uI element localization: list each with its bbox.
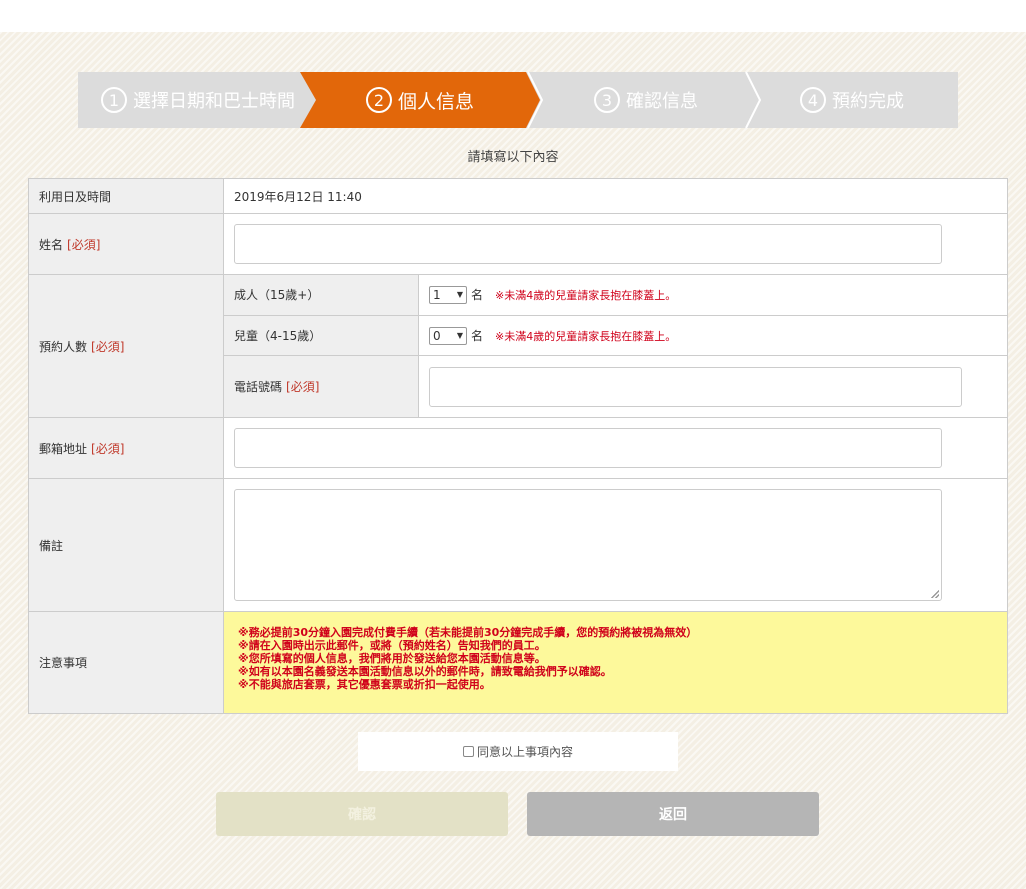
agree-box: 同意以上事項內容 (358, 732, 678, 771)
datetime-row: 利用日及時間 2019年6月12日 11:40 (29, 179, 1007, 214)
notice-box: ※務必提前30分鐘入園完成付費手續（若未能提前30分鐘完成手續，您的預約將被視為… (224, 612, 1007, 713)
agree-label[interactable]: 同意以上事項內容 (477, 743, 573, 760)
step-3: 3 確認信息 (526, 72, 766, 128)
remarks-row: 備註 (29, 479, 1007, 612)
people-label-text: 預約人數 (39, 339, 88, 354)
step-number: 1 (101, 87, 127, 113)
progress-steps: 1 選擇日期和巴士時間 3 確認信息 4 預約完成 2 個人信息 (78, 72, 958, 128)
adult-count-value: 1 (433, 287, 441, 302)
unit-label: 名 (471, 288, 484, 303)
child-note: ※未滿4歲的兒童請家長抱在膝蓋上。 (495, 329, 677, 343)
form-instruction: 請填寫以下內容 (467, 150, 559, 165)
phone-input[interactable] (429, 366, 962, 407)
booking-form: 利用日及時間 2019年6月12日 11:40 姓名 [必須] 預約人數 [必須] … (28, 178, 1008, 714)
notice-line: ※您所填寫的個人信息，我們將用於發送給您本園活動信息等。 (238, 652, 546, 665)
required-tag: [必須] (286, 380, 320, 395)
email-label: 郵箱地址 [必須] (29, 418, 224, 478)
child-label: 兒童（4-15歲） (224, 315, 419, 356)
back-button[interactable]: 返回 (527, 792, 819, 836)
required-tag: [必須] (67, 237, 101, 252)
notice-line: ※如有以本園名義發送本園活動信息以外的郵件時，請致電給我們予以確認。 (238, 665, 612, 678)
datetime-value: 2019年6月12日 11:40 (234, 189, 362, 204)
adult-count-select[interactable]: 1 ▼ (429, 285, 467, 304)
child-row: 兒童（4-15歲） 0 ▼ 名 ※未滿4歲的兒童請家長抱在膝蓋上。 (224, 315, 1007, 357)
required-tag: [必須] (91, 339, 125, 354)
phone-label-text: 電話號碼 (234, 380, 283, 395)
people-label: 預約人數 [必須] (29, 275, 224, 417)
required-tag: [必須] (91, 441, 125, 456)
agree-checkbox[interactable] (462, 746, 474, 757)
confirm-button[interactable]: 確認 (216, 792, 508, 836)
email-label-text: 郵箱地址 (39, 441, 88, 456)
notice-line: ※不能與旅店套票，其它優惠套票或折扣一起使用。 (238, 678, 491, 691)
datetime-label: 利用日及時間 (29, 179, 224, 213)
notice-line: ※請在入園時出示此郵件，或將（預約姓名）告知我們的員工。 (238, 639, 546, 652)
step-1: 1 選擇日期和巴士時間 (78, 72, 318, 128)
step-label: 確認信息 (626, 91, 698, 112)
email-input[interactable] (234, 428, 942, 468)
adult-row: 成人（15歲+） 1 ▼ 名 ※未滿4歲的兒童請家長抱在膝蓋上。 (224, 275, 1007, 316)
name-input[interactable] (234, 224, 942, 264)
step-separator-icon (744, 72, 764, 128)
name-label-text: 姓名 (39, 237, 64, 252)
adult-label: 成人（15歲+） (224, 275, 419, 315)
dropdown-arrow-icon: ▼ (456, 290, 463, 300)
step-number: 4 (800, 87, 826, 113)
page-background: 1 選擇日期和巴士時間 3 確認信息 4 預約完成 2 個人信息 請填寫以下內容… (0, 32, 1026, 889)
name-row: 姓名 [必須] (29, 214, 1007, 275)
step-number: 2 (365, 87, 392, 113)
child-count-select[interactable]: 0 ▼ (429, 326, 467, 345)
dropdown-arrow-icon: ▼ (456, 331, 463, 341)
unit-label: 名 (471, 329, 484, 344)
email-row: 郵箱地址 [必須] (29, 418, 1007, 479)
phone-row: 電話號碼 [必須] (224, 356, 1007, 417)
people-row: 預約人數 [必須] 成人（15歲+） 1 ▼ 名 ※未滿4歲的兒童請家長抱在膝蓋上。… (29, 275, 1007, 418)
notice-line: ※務必提前30分鐘入園完成付費手續（若未能提前30分鐘完成手續，您的預約將被視為… (238, 626, 698, 639)
phone-label: 電話號碼 [必須] (224, 356, 419, 417)
child-count-value: 0 (433, 328, 441, 343)
notice-row: 注意事項 ※務必提前30分鐘入園完成付費手續（若未能提前30分鐘完成手續，您的預… (29, 612, 1007, 713)
step-2-active: 2 個人信息 (300, 72, 540, 128)
child-note: ※未滿4歲的兒童請家長抱在膝蓋上。 (495, 288, 677, 302)
step-4: 4 預約完成 (746, 72, 958, 128)
step-label: 選擇日期和巴士時間 (133, 91, 295, 112)
step-label: 個人信息 (397, 90, 474, 113)
notice-label: 注意事項 (29, 612, 224, 713)
resize-handle-icon[interactable] (931, 590, 939, 598)
step-number: 3 (594, 87, 620, 113)
step-label: 預約完成 (832, 91, 904, 112)
remarks-label: 備註 (29, 479, 224, 611)
remarks-textarea[interactable] (234, 489, 942, 601)
name-label: 姓名 [必須] (29, 214, 224, 274)
